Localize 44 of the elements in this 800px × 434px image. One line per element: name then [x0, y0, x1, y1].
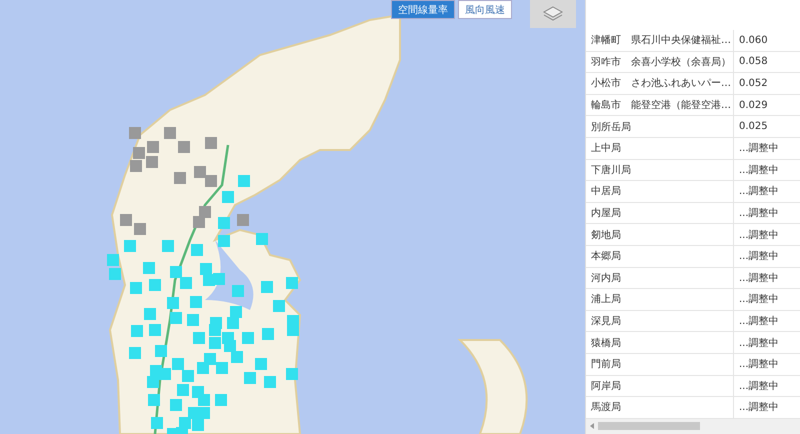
station-cell: 羽咋市 余喜小学校（余喜局） — [586, 52, 734, 72]
station-cell: 別所岳局 — [586, 116, 734, 137]
value-cell-text: ...調整中 — [738, 400, 780, 416]
station-cell: 津幡町 県石川中央保健福祉… — [586, 30, 734, 51]
station-cell: 下唐川局 — [586, 160, 734, 180]
layers-button[interactable] — [530, 0, 576, 28]
value-cell-text: 0.058 — [738, 55, 769, 70]
value-cell-text: ...調整中 — [738, 292, 780, 308]
layers-icon — [543, 6, 563, 22]
station-cell: 浦上局 — [586, 289, 734, 310]
value-cell-text: ...調整中 — [738, 336, 780, 351]
value-cell-text: ...調整中 — [738, 164, 780, 178]
station-cell: 阿岸局 — [586, 376, 734, 396]
station-cell: 本郷局 — [586, 246, 734, 267]
station-cell: 猿橋局 — [586, 332, 734, 353]
map-drawing[interactable] — [0, 0, 585, 434]
value-cell-text: 0.025 — [738, 120, 769, 134]
station-cell: 剱地局 — [586, 224, 734, 245]
scrollbar-thumb[interactable] — [598, 422, 700, 430]
station-cell: 馬渡局 — [586, 397, 734, 418]
horizontal-scrollbar[interactable] — [586, 418, 800, 434]
station-cell: 内屋局 — [586, 202, 734, 224]
value-cell-text: ...調整中 — [738, 142, 780, 156]
value-cell-text: ...調整中 — [738, 314, 780, 330]
value-cell-text: ...調整中 — [738, 250, 780, 264]
value-cell-text: ...調整中 — [738, 272, 780, 286]
layer-tab[interactable]: 風向風速 — [458, 0, 512, 19]
station-cell: 小松市 さわ池ふれあいパー… — [586, 73, 734, 94]
value-cell-text: ...調整中 — [738, 206, 780, 222]
station-cell: 輪島市 能登空港（能登空港… — [586, 94, 734, 116]
station-cell: 中居局 — [586, 181, 734, 202]
station-cell: 上中局 — [586, 138, 734, 159]
layer-tab[interactable]: 空間線量率 — [391, 0, 455, 19]
value-cell-text: ...調整中 — [738, 184, 780, 200]
value-cell-text: 0.029 — [738, 98, 769, 113]
value-cell-text: 0.052 — [738, 76, 769, 91]
station-cell: 門前局 — [586, 354, 734, 374]
station-cell: 河内局 — [586, 268, 734, 288]
value-cell-text: 0.060 — [738, 34, 769, 48]
value-cell-text: ...調整中 — [738, 380, 780, 394]
station-cell: 深見局 — [586, 310, 734, 332]
left-arrow-icon[interactable] — [590, 423, 594, 430]
value-cell-text: ...調整中 — [738, 228, 780, 243]
value-cell-text: ...調整中 — [738, 358, 780, 372]
